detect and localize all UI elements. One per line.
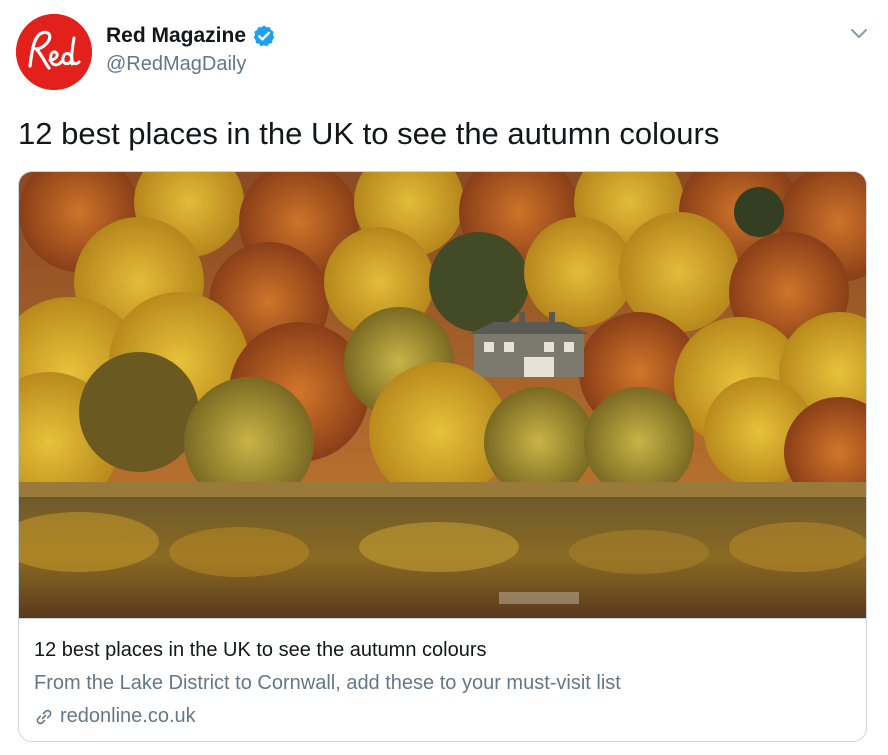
card-image[interactable] — [19, 172, 866, 618]
card-domain-text: redonline.co.uk — [60, 705, 196, 727]
card-domain: redonline.co.uk — [34, 705, 196, 728]
chevron-down-icon[interactable] — [848, 24, 870, 44]
author-handle[interactable]: @RedMagDaily — [106, 53, 276, 76]
verified-badge-icon — [252, 24, 276, 48]
author-name-row: Red Magazine — [106, 22, 276, 50]
author-block: Red Magazine @RedMagDaily — [106, 22, 276, 76]
card-title: 12 best places in the UK to see the autu… — [34, 639, 487, 661]
card-description: From the Lake District to Cornwall, add … — [34, 672, 621, 694]
tweet[interactable]: Red Magazine @RedMagDaily 12 best places… — [0, 0, 888, 755]
avatar[interactable] — [16, 14, 92, 90]
link-card[interactable]: 12 best places in the UK to see the autu… — [18, 171, 867, 742]
red-magazine-logo — [16, 14, 92, 90]
display-name[interactable]: Red Magazine — [106, 24, 246, 48]
autumn-lake-image — [19, 172, 866, 618]
card-body[interactable]: 12 best places in the UK to see the autu… — [19, 618, 866, 741]
tweet-text: 12 best places in the UK to see the autu… — [18, 116, 720, 151]
link-icon — [34, 707, 54, 727]
